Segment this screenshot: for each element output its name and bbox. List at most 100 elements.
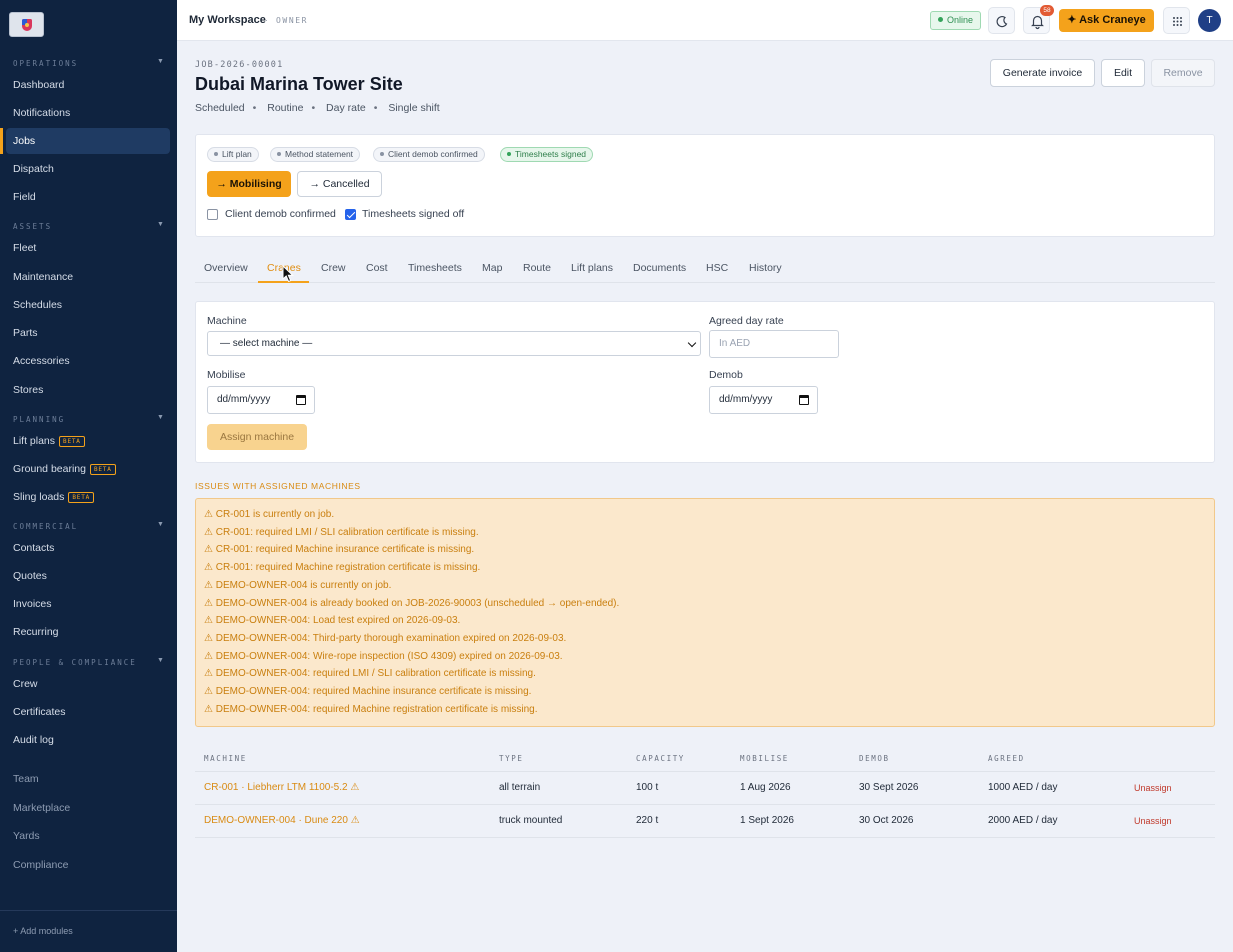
machine-select[interactable]: — select machine — bbox=[207, 331, 701, 356]
machine-link[interactable]: DEMO-OWNER-004 · Dune 220 ⚠ bbox=[204, 815, 360, 826]
issue-item: ⚠ DEMO-OWNER-004: required Machine regis… bbox=[204, 704, 538, 715]
sidebar-item-maintenance[interactable]: Maintenance bbox=[13, 271, 73, 283]
edit-button[interactable]: Edit bbox=[1101, 59, 1145, 87]
sidebar-item-dispatch[interactable]: Dispatch bbox=[13, 163, 54, 175]
remove-button[interactable]: Remove bbox=[1151, 59, 1215, 87]
chip-dot-icon bbox=[380, 152, 384, 156]
sidebar-item-parts[interactable]: Parts bbox=[13, 327, 38, 339]
transition-cancelled-button[interactable]: → Cancelled bbox=[297, 171, 382, 197]
tab-route[interactable]: Route bbox=[523, 262, 551, 274]
job-code: JOB-2026-00001 bbox=[195, 60, 284, 70]
sidebar-item-sling-loads[interactable]: Sling loads BETA bbox=[13, 491, 95, 503]
mobilise-date: 1 Aug 2026 bbox=[740, 782, 791, 793]
machine-type: all terrain bbox=[499, 782, 541, 793]
sidebar-item-schedules[interactable]: Schedules bbox=[13, 299, 62, 311]
beta-badge: BETA bbox=[89, 464, 116, 475]
checklist-chip-timesheets: Timesheets signed bbox=[500, 147, 594, 162]
user-avatar[interactable]: T bbox=[1198, 9, 1221, 32]
chip-label: Timesheets signed bbox=[515, 149, 587, 159]
sidebar-item-team[interactable]: Team bbox=[13, 773, 39, 785]
sidebar-item-quotes[interactable]: Quotes bbox=[13, 570, 47, 582]
sidebar-item-notifications[interactable]: Notifications bbox=[13, 107, 70, 119]
sidebar-item-stores[interactable]: Stores bbox=[13, 384, 43, 396]
workspace-separator: · bbox=[265, 15, 268, 25]
tab-crew[interactable]: Crew bbox=[321, 262, 346, 274]
sidebar: OPERATIONS ▼ Dashboard Notifications Job… bbox=[0, 0, 177, 952]
chevron-down-icon[interactable]: ▼ bbox=[157, 657, 164, 664]
issue-item: ⚠ DEMO-OWNER-004: Third-party thorough e… bbox=[204, 633, 567, 644]
section-planning-heading: PLANNING bbox=[13, 415, 66, 424]
demob-date: 30 Oct 2026 bbox=[859, 815, 914, 826]
chip-label: Lift plan bbox=[222, 149, 252, 159]
sidebar-item-contacts[interactable]: Contacts bbox=[13, 542, 54, 554]
sidebar-item-dashboard[interactable]: Dashboard bbox=[13, 79, 64, 91]
demob-date-value: dd/mm/yyyy bbox=[719, 394, 773, 405]
chevron-down-icon[interactable]: ▼ bbox=[157, 521, 164, 528]
sidebar-item-jobs[interactable]: Jobs bbox=[13, 135, 35, 147]
theme-toggle-button[interactable] bbox=[988, 7, 1015, 34]
demob-date: 30 Sept 2026 bbox=[859, 782, 919, 793]
workspace-name[interactable]: My Workspace bbox=[189, 14, 266, 26]
sidebar-item-certificates[interactable]: Certificates bbox=[13, 706, 66, 718]
sidebar-item-invoices[interactable]: Invoices bbox=[13, 598, 52, 610]
tab-cost[interactable]: Cost bbox=[366, 262, 388, 274]
beta-badge: BETA bbox=[59, 436, 85, 447]
sidebar-item-accessories[interactable]: Accessories bbox=[13, 355, 70, 367]
agreed-rate-input[interactable]: In AED bbox=[709, 330, 839, 358]
tab-map[interactable]: Map bbox=[482, 262, 502, 274]
tab-documents[interactable]: Documents bbox=[633, 262, 686, 274]
tab-hsc[interactable]: HSC bbox=[706, 262, 728, 274]
sidebar-item-audit-log[interactable]: Audit log bbox=[13, 734, 54, 746]
sidebar-item-yards[interactable]: Yards bbox=[13, 830, 40, 842]
tab-overview[interactable]: Overview bbox=[204, 262, 248, 274]
unassign-button[interactable]: Unassign bbox=[1134, 783, 1172, 793]
generate-invoice-button[interactable]: Generate invoice bbox=[990, 59, 1095, 87]
chip-dot-icon bbox=[214, 152, 218, 156]
sidebar-item-lift-plans[interactable]: Lift plans BETA bbox=[13, 435, 85, 447]
beta-badge: BETA bbox=[68, 492, 95, 503]
issues-heading: ISSUES WITH ASSIGNED MACHINES bbox=[195, 481, 361, 491]
section-people-compliance-heading: PEOPLE & COMPLIANCE bbox=[13, 658, 137, 667]
client-demob-label: Client demob confirmed bbox=[225, 208, 336, 220]
sidebar-item-recurring[interactable]: Recurring bbox=[13, 626, 59, 638]
column-header-machine: MACHINE bbox=[204, 754, 247, 763]
sidebar-item-marketplace[interactable]: Marketplace bbox=[13, 802, 70, 814]
demob-date-input[interactable]: dd/mm/yyyy bbox=[709, 386, 818, 414]
status-dot-icon bbox=[938, 17, 943, 22]
sidebar-item-fleet[interactable]: Fleet bbox=[13, 242, 36, 254]
sidebar-item-crew[interactable]: Crew bbox=[13, 678, 38, 690]
mobilise-date-input[interactable]: dd/mm/yyyy bbox=[207, 386, 315, 414]
job-rate-type: Day rate bbox=[326, 102, 366, 114]
unassign-button[interactable]: Unassign bbox=[1134, 816, 1172, 826]
machine-select-value: — select machine — bbox=[220, 338, 313, 349]
machine-link[interactable]: CR-001 · Liebherr LTM 1100-5.2 ⚠ bbox=[204, 782, 359, 793]
chevron-down-icon[interactable]: ▼ bbox=[157, 414, 164, 421]
tab-timesheets[interactable]: Timesheets bbox=[408, 262, 462, 274]
sidebar-item-ground-bearing[interactable]: Ground bearing BETA bbox=[13, 463, 116, 475]
issue-item: ⚠ CR-001: required Machine insurance cer… bbox=[204, 544, 475, 555]
notification-count-badge: 58 bbox=[1040, 5, 1054, 16]
mobilise-date: 1 Sept 2026 bbox=[740, 815, 794, 826]
timesheets-signed-checkbox[interactable] bbox=[345, 209, 356, 220]
sidebar-item-compliance[interactable]: Compliance bbox=[13, 859, 68, 871]
column-header-capacity: CAPACITY bbox=[636, 754, 685, 763]
assign-machine-button[interactable]: Assign machine bbox=[207, 424, 307, 450]
transition-mobilising-button[interactable]: → Mobilising bbox=[207, 171, 291, 197]
machine-capacity: 220 t bbox=[636, 815, 659, 826]
online-status-badge: Online bbox=[930, 11, 982, 30]
client-demob-checkbox[interactable] bbox=[207, 209, 218, 220]
calendar-icon bbox=[799, 395, 809, 405]
apps-grid-button[interactable] bbox=[1163, 7, 1190, 34]
tab-history[interactable]: History bbox=[749, 262, 782, 274]
issue-item: ⚠ DEMO-OWNER-004 is currently on job. bbox=[204, 580, 392, 591]
ask-craneye-button[interactable]: ✦ Ask Craneye bbox=[1059, 9, 1154, 32]
app-logo[interactable] bbox=[9, 12, 44, 37]
chevron-down-icon[interactable]: ▼ bbox=[157, 221, 164, 228]
add-modules-button[interactable]: + Add modules bbox=[13, 926, 73, 936]
issue-item: ⚠ DEMO-OWNER-004: required LMI / SLI cal… bbox=[204, 668, 536, 679]
tab-lift-plans[interactable]: Lift plans bbox=[571, 262, 613, 274]
sidebar-item-field[interactable]: Field bbox=[13, 191, 36, 203]
job-meta: Scheduled • Routine • Day rate • Single shi… bbox=[195, 102, 440, 114]
column-header-agreed: AGREED bbox=[988, 754, 1025, 763]
chevron-down-icon[interactable]: ▼ bbox=[157, 58, 164, 65]
